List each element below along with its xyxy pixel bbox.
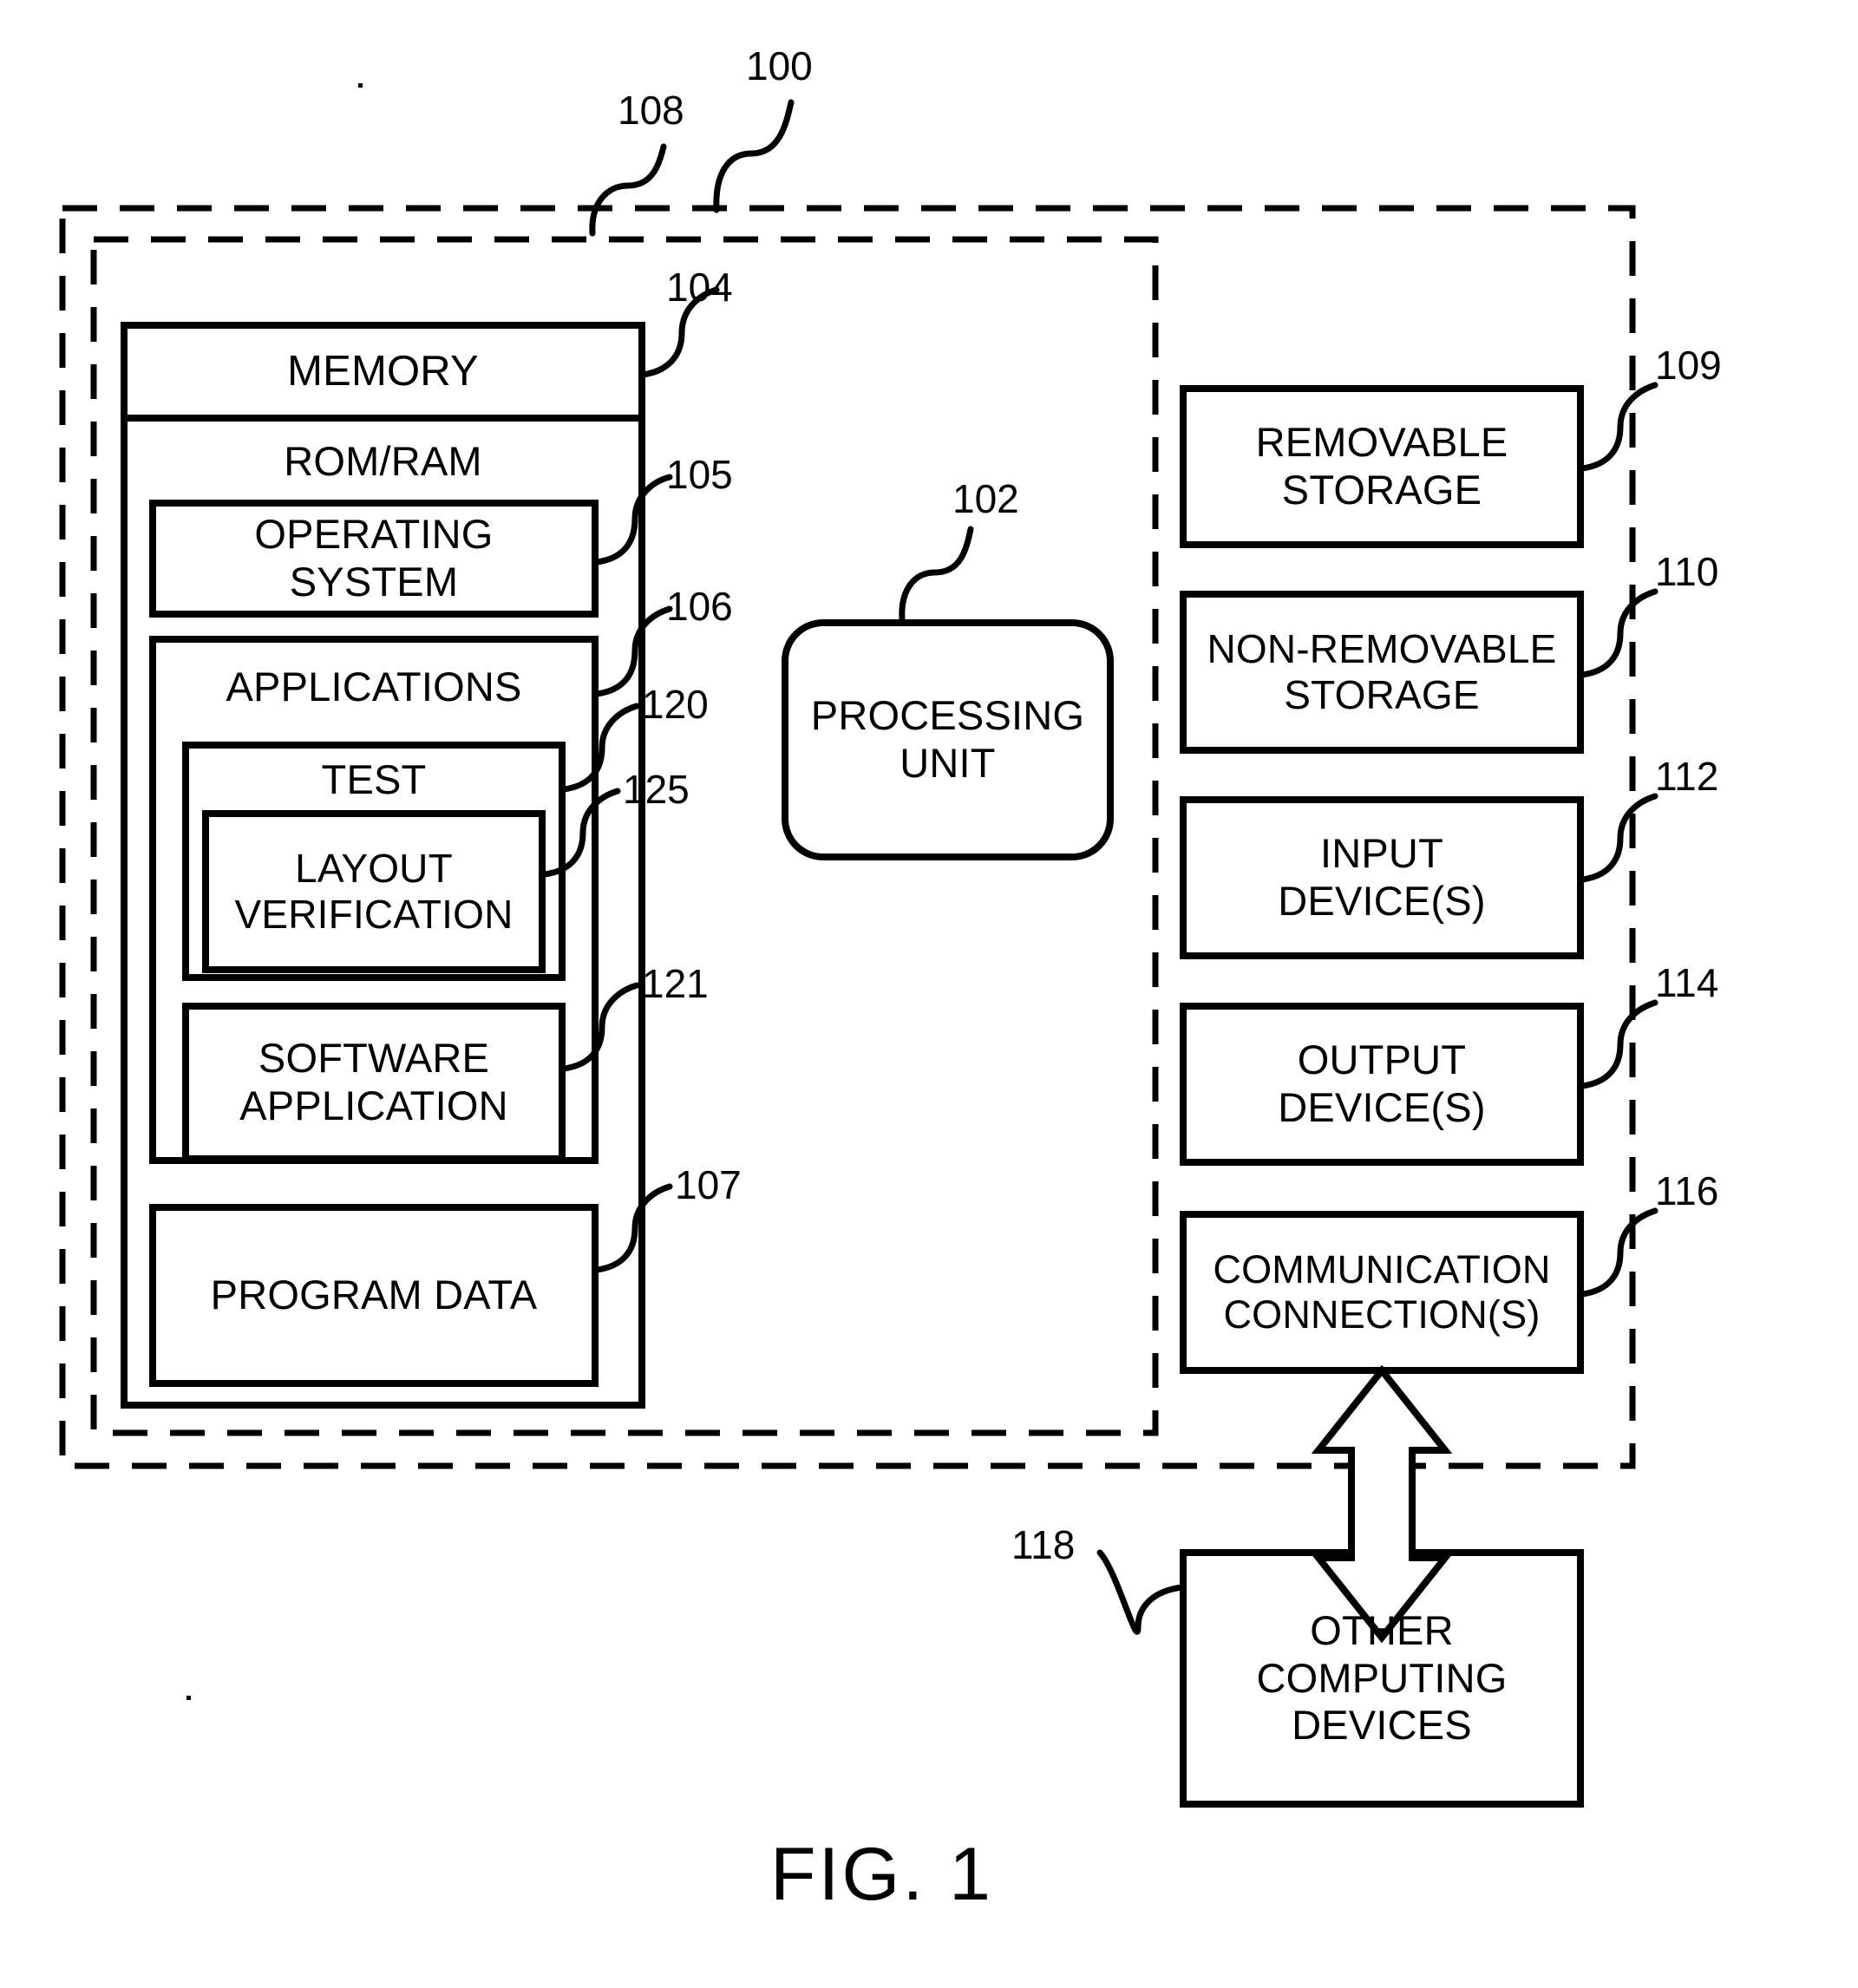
leader-line-102 bbox=[899, 526, 974, 623]
figure-caption: FIG. 1 bbox=[770, 1833, 993, 1916]
patent-figure: MEMORY ROM/RAM OPERATING SYSTEM APPLICAT… bbox=[0, 0, 1858, 1988]
ref-numeral-125: 125 bbox=[623, 767, 690, 812]
ref-numeral-121: 121 bbox=[642, 961, 709, 1006]
leader-line-116 bbox=[1579, 1207, 1658, 1298]
ref-numeral-116: 116 bbox=[1655, 1168, 1719, 1213]
layout-verification-box bbox=[202, 810, 546, 973]
ref-numeral-120: 120 bbox=[642, 682, 709, 727]
output-devices-box bbox=[1180, 1003, 1584, 1166]
ref-numeral-106: 106 bbox=[666, 584, 733, 629]
leader-line-100 bbox=[713, 99, 795, 213]
ref-numeral-105: 105 bbox=[666, 452, 733, 497]
software-application-box bbox=[182, 1003, 566, 1162]
scan-speck-top bbox=[358, 83, 363, 88]
operating-system-box bbox=[149, 500, 599, 618]
leader-line-118 bbox=[1096, 1549, 1186, 1635]
leader-line-108 bbox=[589, 143, 667, 237]
input-devices-box bbox=[1180, 796, 1584, 959]
ref-numeral-100: 100 bbox=[746, 43, 813, 88]
program-data-box bbox=[149, 1204, 599, 1387]
removable-storage-box bbox=[1180, 385, 1584, 548]
ref-numeral-109: 109 bbox=[1655, 343, 1722, 388]
communication-connections-box bbox=[1180, 1211, 1584, 1374]
leader-line-112 bbox=[1579, 793, 1658, 883]
leader-line-114 bbox=[1579, 999, 1658, 1089]
ref-numeral-112: 112 bbox=[1655, 754, 1719, 799]
leader-line-110 bbox=[1579, 588, 1658, 678]
ref-numeral-108: 108 bbox=[618, 88, 684, 133]
ref-numeral-114: 114 bbox=[1655, 960, 1719, 1005]
ref-numeral-110: 110 bbox=[1655, 549, 1719, 594]
ref-numeral-102: 102 bbox=[952, 476, 1019, 521]
ref-numeral-118: 118 bbox=[1011, 1522, 1076, 1567]
ref-numeral-104: 104 bbox=[666, 265, 733, 310]
processing-unit-box bbox=[782, 619, 1114, 860]
leader-line-109 bbox=[1579, 382, 1658, 472]
ref-numeral-107: 107 bbox=[675, 1162, 742, 1207]
scan-speck-bottom bbox=[186, 1696, 191, 1700]
non-removable-storage-box bbox=[1180, 591, 1584, 754]
diagram-vector-layer bbox=[59, 99, 1658, 1808]
